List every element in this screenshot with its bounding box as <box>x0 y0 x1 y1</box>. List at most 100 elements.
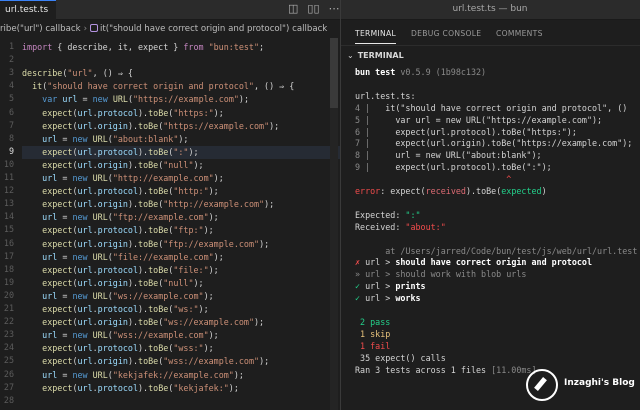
code-token: { describe, it, expect } <box>52 42 184 52</box>
tab-debug-console[interactable]: DEBUG CONSOLE <box>411 29 481 38</box>
breadcrumb-separator-icon: › <box>83 24 87 34</box>
breadcrumb-item-describe[interactable]: ribe("url") callback <box>0 24 81 34</box>
editor-tab-url-test[interactable]: url.test.ts <box>0 0 56 20</box>
code-token: "wss://example.com" <box>163 356 260 367</box>
terminal-text: 1 skip <box>355 328 391 339</box>
code-line[interactable] <box>22 54 340 67</box>
code-token: expect <box>42 159 73 170</box>
terminal-text: 5 | <box>355 114 376 125</box>
terminal-text: works <box>395 293 421 304</box>
code-line[interactable]: expect(url.origin).toBe("null"); <box>22 277 340 290</box>
code-line[interactable]: expect(url.protocol).toBe("kekjafek:"); <box>22 382 340 395</box>
code-line[interactable]: url = new URL("http://example.com"); <box>22 172 340 185</box>
code-line[interactable]: expect(url.protocol).toBe("http:"); <box>22 185 340 198</box>
code-token: url <box>42 133 58 144</box>
code-line[interactable]: expect(url.origin).toBe("http://example.… <box>22 198 340 211</box>
tab-comments[interactable]: COMMENTS <box>496 29 543 38</box>
code-line[interactable]: expect(url.protocol).toBe("https:"); <box>22 107 340 120</box>
terminal-text: Received: <box>355 221 406 232</box>
code-token: new <box>72 133 88 144</box>
code-token: new <box>72 173 88 183</box>
code-token: toBe <box>148 343 169 354</box>
scrollbar-thumb[interactable] <box>330 38 338 108</box>
code-token: toBe <box>138 120 159 131</box>
code-line[interactable]: url = new URL("ws://example.com"); <box>22 290 340 303</box>
code-token: url <box>42 212 58 223</box>
more-actions-icon[interactable]: ⋯ <box>329 3 340 15</box>
code-line[interactable]: expect(url.protocol).toBe("ws:"); <box>22 303 340 316</box>
code-line[interactable]: it("should have correct origin and proto… <box>22 80 340 93</box>
code-line[interactable]: var url = new URL("https://example.com")… <box>22 93 340 106</box>
code-line[interactable]: expect(url.protocol).toBe("ftp:"); <box>22 224 340 237</box>
code-token: ); <box>203 290 214 301</box>
code-line[interactable]: url = new URL("kekjafek://example.com"); <box>22 369 340 382</box>
code-token: "url" <box>67 68 93 79</box>
code-token: URL <box>112 94 128 105</box>
code-token: url <box>77 199 93 210</box>
code-line[interactable]: expect(url.origin).toBe("wss://example.c… <box>22 355 340 368</box>
open-changes-icon[interactable]: ◫ <box>288 3 298 15</box>
code-token: ); <box>208 330 219 341</box>
terminal-line: 9 | expect(url.protocol).toBe(":"); <box>355 161 640 173</box>
terminal-text: 35 expect() calls <box>355 352 446 363</box>
code-line[interactable]: expect(url.protocol).toBe("file:"); <box>22 264 340 277</box>
terminal-text: at /Users/jarred/Code/bun/test/js/web/ur… <box>355 245 638 256</box>
watermark: Inzaghi's Blog <box>526 366 636 404</box>
code-token: ":" <box>173 146 189 157</box>
code-line[interactable]: describe("url", () ⇒ { <box>22 67 340 80</box>
terminal-line: 1 fail <box>355 340 640 352</box>
code-token: "file://example.com" <box>112 251 214 262</box>
terminal-line: at /Users/jarred/Code/bun/test/js/web/ur… <box>355 245 640 257</box>
code-line[interactable]: expect(url.protocol).toBe(":"); <box>22 145 340 159</box>
line-number: 23 <box>3 329 14 340</box>
code-token: toBe <box>148 107 169 118</box>
code-line[interactable]: import { describe, it, expect } from "bu… <box>22 41 340 54</box>
code-line[interactable]: expect(url.origin).toBe("null"); <box>22 159 340 172</box>
code-line[interactable]: expect(url.origin).toBe("ws://example.co… <box>22 316 340 329</box>
terminal-line: Received: "about:" <box>355 221 640 233</box>
code-line[interactable]: expect(url.origin).toBe("https://example… <box>22 120 340 133</box>
code-token: expect <box>42 277 73 288</box>
tab-terminal[interactable]: TERMINAL <box>355 29 397 44</box>
breadcrumb-item-it[interactable]: it("should have correct origin and proto… <box>100 24 327 34</box>
code-token: "ftp://example.com" <box>112 212 209 223</box>
terminal-section-header[interactable]: ⌄ TERMINAL <box>347 51 404 60</box>
split-editor-icon[interactable]: ▯▯ <box>307 3 319 15</box>
terminal-text: : expect( <box>380 186 426 196</box>
code-token: describe <box>22 68 63 79</box>
terminal-line: error: expect(received).toBe(expected) <box>355 185 640 197</box>
code-editor[interactable]: import { describe, it, expect } from "bu… <box>22 38 340 410</box>
code-line[interactable]: url = new URL("about:blank"); <box>22 133 340 146</box>
code-token: expect <box>42 107 73 118</box>
code-token: protocol <box>97 107 139 118</box>
code-line[interactable]: expect(url.protocol).toBe("wss:"); <box>22 342 340 355</box>
title-bar: url.test.ts ◫ ▯▯ ⋯ url.test.ts — bun <box>0 0 640 20</box>
code-token: var <box>42 94 58 105</box>
code-token: ); <box>213 251 224 262</box>
terminal-text: url = new URL("about:blank"); <box>375 150 542 161</box>
code-token: new <box>92 94 108 105</box>
code-token: ); <box>254 317 265 328</box>
terminal-line: bun test v0.5.9 (1b98c132) <box>355 66 640 78</box>
terminal-text: url.test.ts: <box>355 90 416 101</box>
code-token: "ws:" <box>173 304 199 314</box>
terminal-text: Ran 3 tests across 1 files <box>355 364 492 375</box>
line-number: 8 <box>8 132 14 143</box>
code-token: = <box>77 94 93 105</box>
terminal-text: » url > should work with blob urls <box>355 269 527 280</box>
code-line[interactable]: url = new URL("file://example.com"); <box>22 251 340 264</box>
code-line[interactable]: url = new URL("wss://example.com"); <box>22 329 340 342</box>
line-number: 13 <box>3 198 14 209</box>
code-token: expect <box>42 238 73 249</box>
code-line[interactable]: expect(url.origin).toBe("ftp://example.c… <box>22 238 340 251</box>
code-token: ); <box>208 186 219 197</box>
code-token: url <box>42 290 58 301</box>
code-line[interactable]: url = new URL("ftp://example.com"); <box>22 211 340 224</box>
terminal-text: 7 | <box>355 138 376 149</box>
code-line[interactable] <box>22 395 340 408</box>
editor-scrollbar[interactable] <box>330 38 338 410</box>
